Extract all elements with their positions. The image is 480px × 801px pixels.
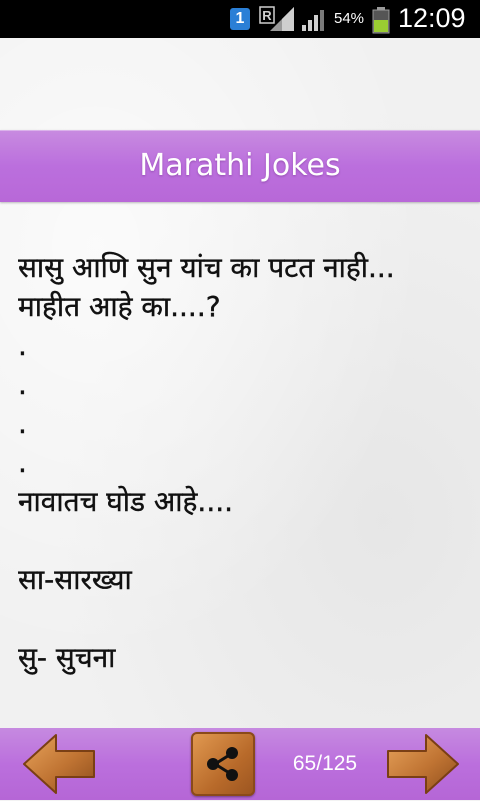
arrow-right-icon [387, 734, 459, 794]
share-icon [207, 747, 238, 781]
next-button[interactable] [384, 731, 462, 797]
joke-line: . [18, 407, 27, 440]
share-button[interactable] [191, 732, 255, 796]
joke-line: सु- सुचना [18, 641, 116, 674]
joke-line: . [18, 446, 27, 479]
battery-percent: 54% [334, 10, 365, 27]
joke-line: . [18, 329, 27, 362]
roaming-indicator: R [262, 8, 272, 23]
roaming-signal-icon: R [259, 6, 294, 31]
battery-icon [372, 7, 390, 34]
bottom-nav-bar: 65/125 [0, 728, 480, 800]
status-bar: 1 R 54% 12:09 [0, 0, 480, 38]
joke-line [18, 599, 468, 638]
clock: 12:09 [398, 3, 466, 33]
page-counter: 65/125 [292, 752, 358, 775]
previous-button[interactable] [20, 731, 98, 797]
signal-icon [302, 10, 324, 31]
notification-icon: 1 [230, 8, 250, 30]
joke-line: नावातच घोड आहे.... [18, 485, 234, 518]
joke-line [18, 521, 468, 560]
arrow-left-icon [23, 734, 95, 794]
joke-text: सासु आणि सुन यांच का पटत नाही... माहीत आ… [18, 248, 468, 728]
page-title: Marathi Jokes [139, 148, 341, 183]
title-banner: Marathi Jokes [0, 130, 480, 202]
joke-line: सासु आणि सुन यांच का पटत नाही... [18, 251, 395, 284]
joke-line: सा-सारख्या [18, 563, 132, 596]
joke-line: माहीत आहे का....? [18, 290, 221, 323]
joke-line: . [18, 368, 27, 401]
